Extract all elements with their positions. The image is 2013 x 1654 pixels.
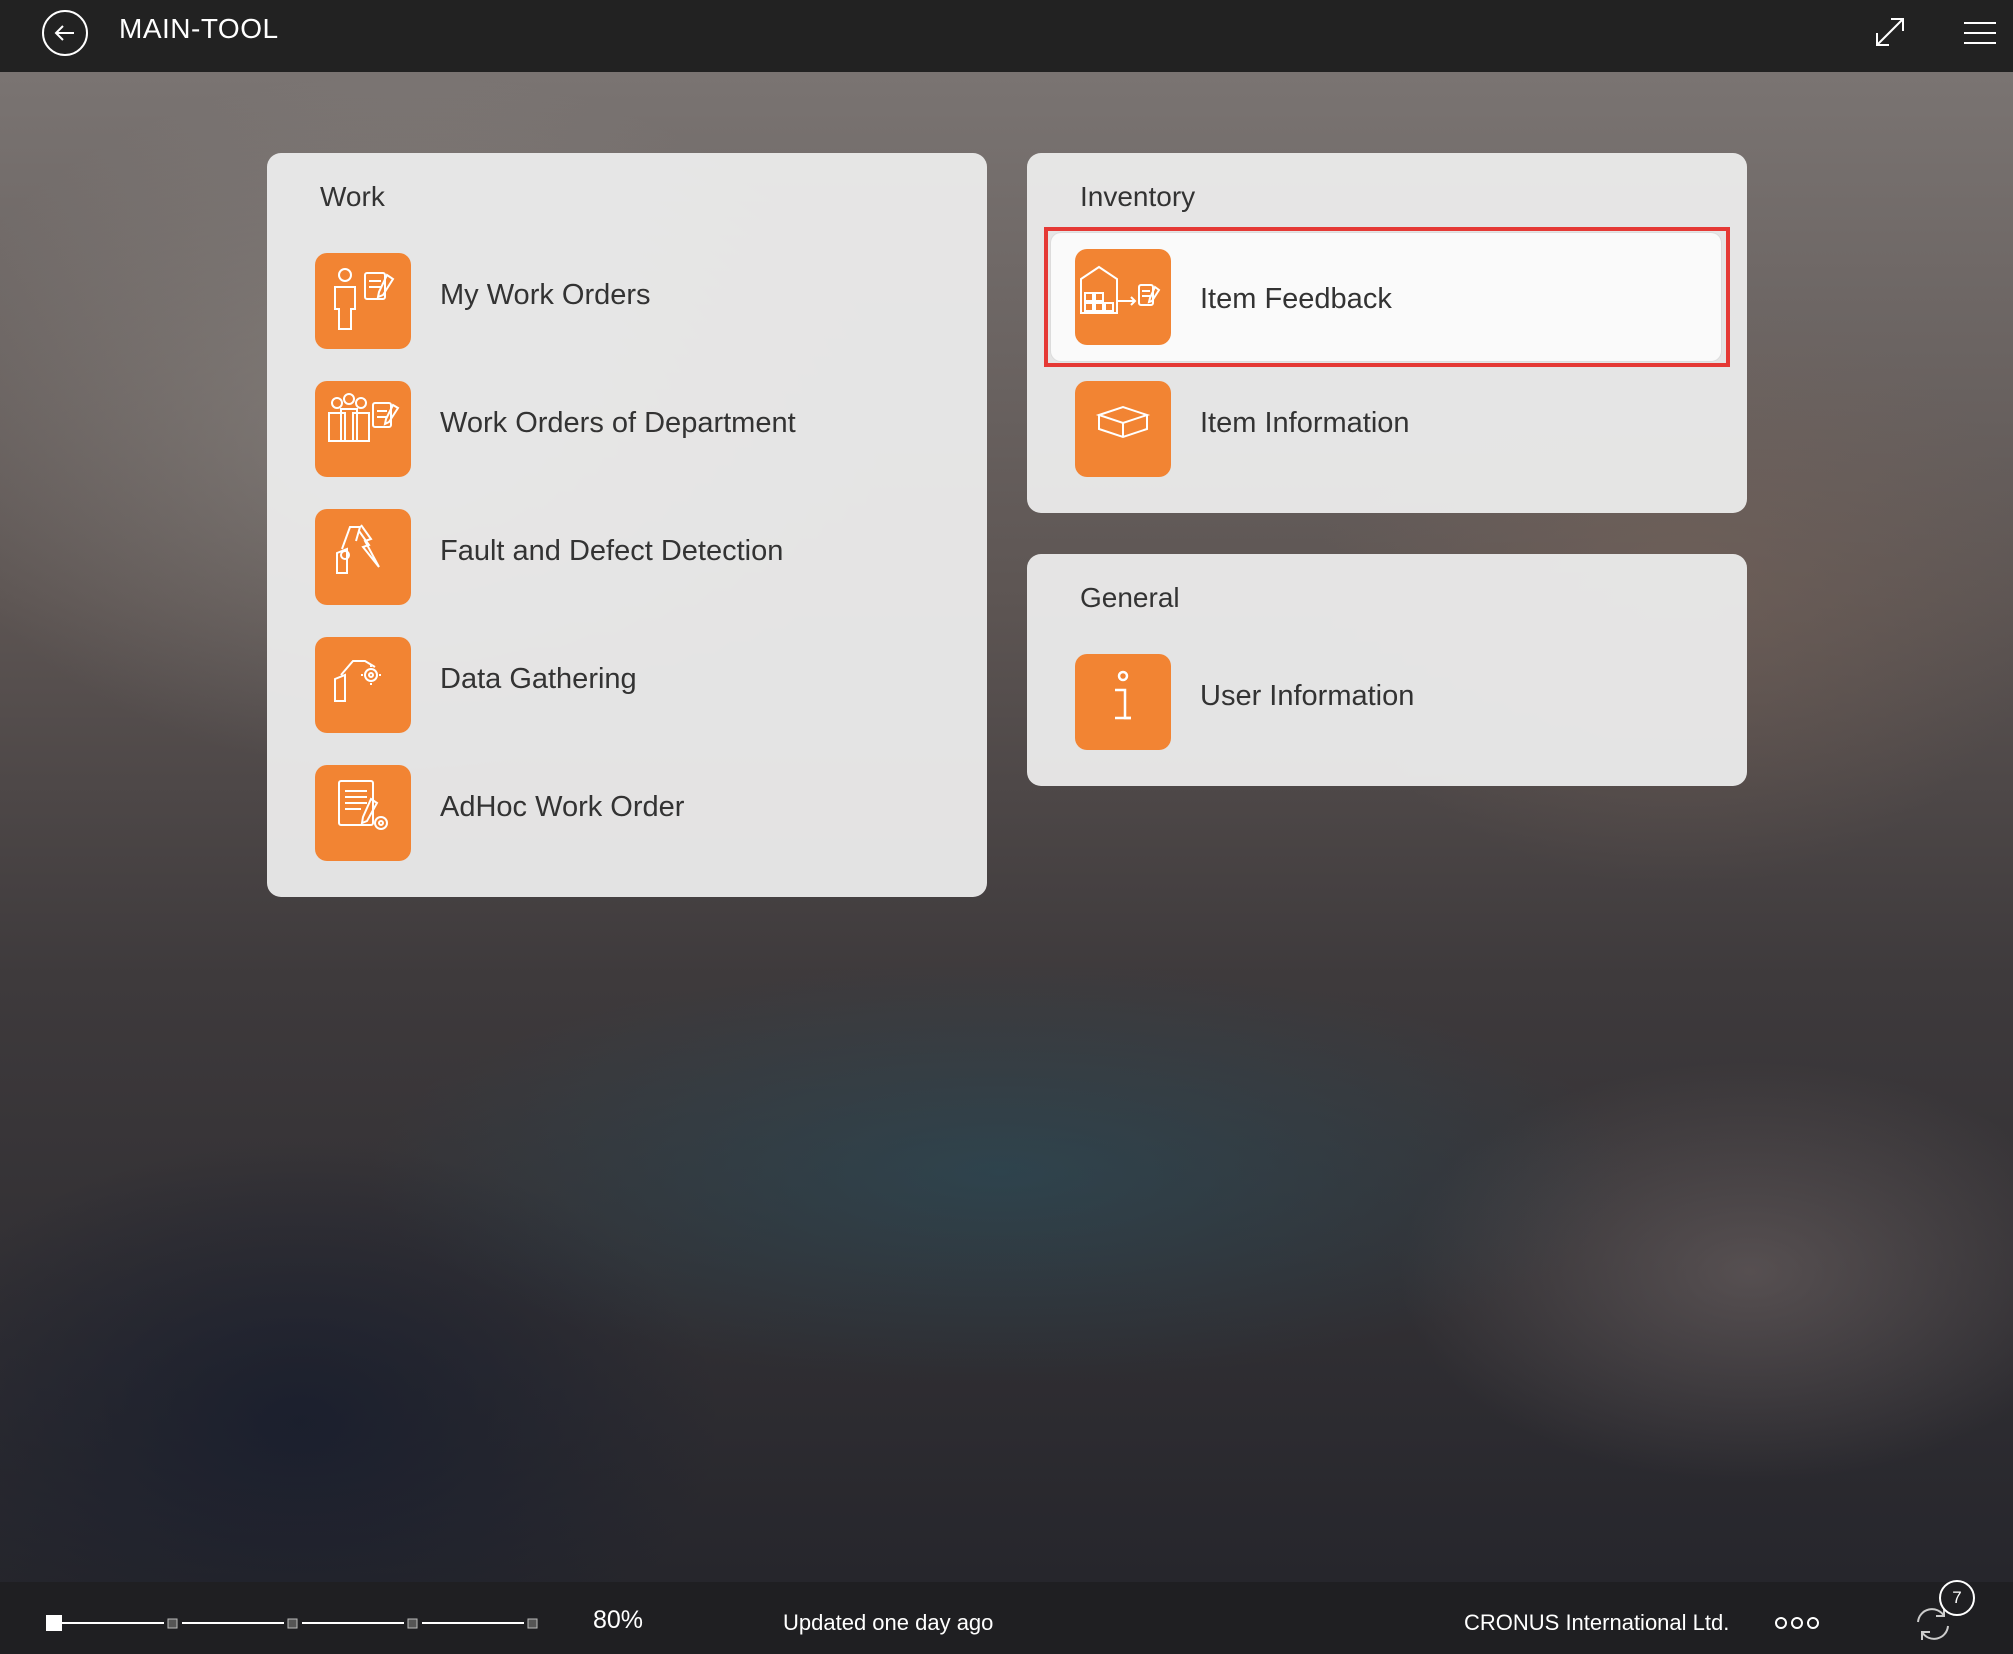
company-name: CRONUS International Ltd.	[1464, 1610, 1730, 1635]
document-pen-icon	[315, 765, 411, 861]
tile-adhoc-work-order[interactable]: AdHoc Work Order	[297, 743, 957, 871]
tile-label: User Information	[1200, 680, 1415, 712]
robot-arm-fault-icon	[315, 509, 411, 605]
arrow-left-circle-icon	[54, 25, 74, 41]
tile-fault-and-defect-detection[interactable]: Fault and Defect Detection	[297, 487, 957, 615]
inventory-panel: Inventory Item Feedback Item Information	[1027, 153, 1747, 513]
tile-item-feedback[interactable]: Item Feedback	[1051, 233, 1721, 361]
work-panel: Work My Work Orders Work Orders of Depar…	[267, 153, 987, 897]
panel-title: Work	[320, 181, 385, 212]
tile-label: My Work Orders	[440, 279, 651, 311]
panel-title: General	[1080, 582, 1180, 613]
back-button[interactable]	[42, 10, 88, 56]
top-bar: MAIN-TOOL	[0, 0, 2013, 72]
tile-label: Fault and Defect Detection	[440, 535, 784, 567]
hamburger-menu-icon	[1964, 22, 1996, 44]
expand-diagonal-icon	[1876, 18, 1904, 46]
team-document-icon	[315, 381, 411, 477]
updated-status: Updated one day ago	[783, 1610, 994, 1635]
sync-count-badge: 7	[1939, 1580, 1975, 1616]
box-icon	[1075, 381, 1171, 477]
expand-button[interactable]	[1873, 15, 1907, 49]
tile-label: AdHoc Work Order	[440, 791, 685, 823]
zoom-level: 80%	[593, 1606, 644, 1634]
worker-document-icon	[315, 253, 411, 349]
panel-title: Inventory	[1080, 181, 1196, 212]
info-icon	[1075, 654, 1171, 750]
warehouse-feedback-icon	[1075, 249, 1171, 345]
app-title: MAIN-TOOL	[119, 13, 279, 44]
tile-label: Item Information	[1200, 407, 1410, 439]
tile-work-orders-of-department[interactable]: Work Orders of Department	[297, 359, 957, 487]
more-button[interactable]	[1774, 1613, 1820, 1633]
tile-data-gathering[interactable]: Data Gathering	[297, 615, 957, 743]
tile-user-information[interactable]: User Information	[1057, 632, 1717, 760]
tile-label: Work Orders of Department	[440, 407, 796, 439]
tile-label: Data Gathering	[440, 663, 637, 695]
tile-label: Item Feedback	[1200, 283, 1392, 315]
robot-arm-gear-icon	[315, 637, 411, 733]
tile-item-information[interactable]: Item Information	[1057, 359, 1717, 487]
general-panel: General User Information	[1027, 554, 1747, 786]
zoom-slider[interactable]	[46, 1612, 540, 1634]
menu-button[interactable]	[1964, 20, 1996, 46]
tile-my-work-orders[interactable]: My Work Orders	[297, 231, 957, 359]
ellipsis-icon	[1775, 1617, 1819, 1629]
